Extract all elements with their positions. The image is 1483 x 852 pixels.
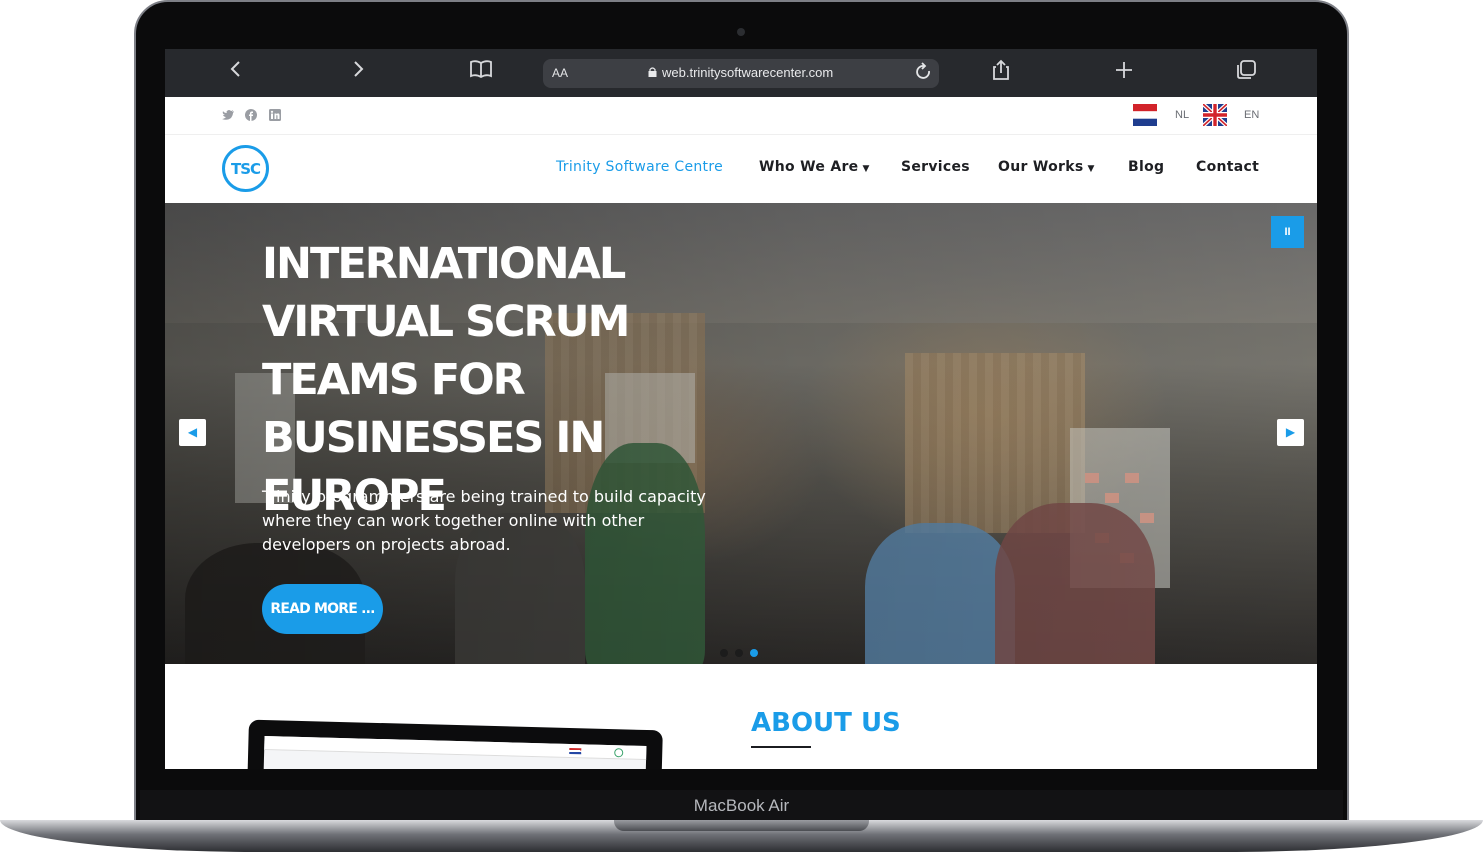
reader-mode-button[interactable]: AA — [552, 66, 568, 80]
device-model-label: MacBook Air — [693, 796, 790, 815]
hero-description: Trinity programmers are being trained to… — [262, 487, 706, 554]
url-text[interactable]: web.trinitysoftwarecenter.com — [662, 65, 833, 80]
chevron-down-icon: ▼ — [1087, 164, 1095, 174]
about-laptop-topbar — [264, 736, 647, 761]
arrow-right-icon[interactable]: ▶ — [1277, 419, 1304, 446]
chevron-down-icon: ▼ — [862, 164, 870, 174]
slider-dot-3[interactable] — [750, 649, 758, 657]
about-laptop-screen — [262, 736, 647, 769]
main-navigation: TSC Trinity Software Centre Who We Are ▼ … — [165, 135, 1317, 203]
hero-slider: INTERNATIONAL VIRTUAL SCRUM TEAMS FOR BU… — [165, 203, 1317, 664]
nav-item-our-works[interactable]: Our Works ▼ — [998, 159, 1095, 175]
nav-item-trinity-software-centre[interactable]: Trinity Software Centre — [556, 159, 723, 175]
nav-item-who-we-are[interactable]: Who We Are ▼ — [759, 159, 870, 175]
nav-label: Contact — [1196, 159, 1260, 175]
book-icon[interactable] — [466, 59, 496, 87]
about-underline — [751, 746, 811, 748]
language-nl[interactable]: NL — [1175, 109, 1189, 121]
slider-dots — [720, 644, 765, 662]
twitter-icon[interactable] — [222, 109, 235, 124]
slider-dot-1[interactable] — [720, 649, 728, 657]
language-en[interactable]: EN — [1244, 109, 1259, 121]
about-laptop-image — [247, 719, 663, 769]
nav-label: Who We Are — [759, 159, 859, 175]
tabs-icon[interactable] — [1231, 59, 1261, 87]
nav-label: Blog — [1128, 159, 1165, 175]
browser-toolbar: AA web.trinitysoftwarecenter.com — [165, 49, 1317, 97]
netherlands-flag[interactable] — [1133, 104, 1157, 126]
nav-label: Services — [901, 159, 970, 175]
reload-icon[interactable] — [915, 62, 933, 87]
screen: AA web.trinitysoftwarecenter.com NL EN T… — [165, 49, 1317, 769]
linkedin-icon[interactable] — [269, 109, 281, 124]
arrow-left-icon[interactable]: ◀ — [179, 419, 206, 446]
nav-item-blog[interactable]: Blog — [1128, 159, 1164, 175]
read-more-button[interactable]: READ MORE ... — [262, 584, 383, 634]
uk-flag[interactable] — [1203, 104, 1227, 126]
netherlands-flag — [569, 747, 582, 755]
chevron-right-icon[interactable] — [343, 59, 373, 87]
address-bar[interactable]: AA web.trinitysoftwarecenter.com — [543, 59, 939, 88]
logo-icon — [614, 748, 624, 758]
share-icon[interactable] — [986, 59, 1016, 87]
facebook-icon[interactable] — [245, 109, 257, 124]
chevron-left-icon[interactable] — [221, 59, 251, 87]
slider-dot-2[interactable] — [735, 649, 743, 657]
camera — [737, 28, 745, 36]
top-utility-bar: NL EN — [165, 97, 1317, 135]
pause-icon[interactable]: II — [1271, 216, 1304, 248]
laptop-notch — [614, 820, 869, 831]
logo-text: TSC — [230, 159, 261, 178]
nav-item-contact[interactable]: Contact — [1196, 159, 1259, 175]
about-title: ABOUT US — [751, 708, 901, 738]
plus-icon[interactable] — [1109, 59, 1139, 87]
nav-item-services[interactable]: Services — [901, 159, 970, 175]
site-logo[interactable]: TSC — [222, 145, 269, 192]
about-section: ABOUT US — [165, 664, 1317, 769]
hero-title: INTERNATIONAL VIRTUAL SCRUM TEAMS FOR BU… — [262, 239, 630, 521]
lock-icon — [648, 67, 657, 77]
nav-label: Trinity Software Centre — [556, 159, 724, 175]
nav-label: Our Works — [998, 159, 1084, 175]
